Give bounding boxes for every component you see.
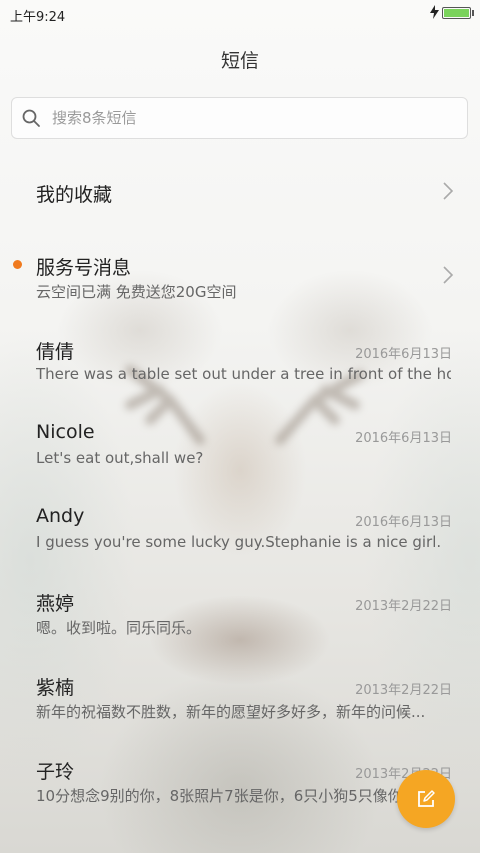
message-date: 2016年6月13日 <box>355 347 452 362</box>
message-date: 2016年6月13日 <box>355 431 452 446</box>
contact-name: Nicole <box>36 421 95 443</box>
message-preview: There was a table set out under a tree i… <box>36 365 451 383</box>
battery-full-icon <box>442 7 471 19</box>
contact-name: 燕婷 <box>36 593 75 615</box>
status-bar: 上午9:24 <box>0 0 480 28</box>
chevron-right-icon <box>443 266 454 284</box>
message-preview: 10分想念9别的你，8张照片7张是你，6只小狗5只像你 <box>36 787 403 805</box>
contact-name: 倩倩 <box>36 341 75 363</box>
page-title: 短信 <box>220 50 259 72</box>
status-time: 上午9:24 <box>10 10 66 25</box>
message-date: 2013年2月22日 <box>355 683 452 698</box>
service-title: 服务号消息 <box>36 257 132 279</box>
conversation-row[interactable]: 紫楠 2013年2月22日 新年的祝福数不胜数，新年的愿望好多好多，新年的问候.… <box>0 671 480 726</box>
contact-name: 子玲 <box>36 761 75 783</box>
search-bar[interactable] <box>11 97 468 139</box>
conversation-row[interactable]: 燕婷 2013年2月22日 嗯。收到啦。同乐同乐。 <box>0 587 480 642</box>
search-icon <box>22 109 40 127</box>
message-date: 2016年6月13日 <box>355 515 452 530</box>
service-messages-row[interactable]: 服务号消息 云空间已满 免费送您20G空间 <box>0 250 480 305</box>
battery-tip <box>472 10 474 16</box>
contact-name: 紫楠 <box>36 677 75 699</box>
message-date: 2013年2月22日 <box>355 599 452 614</box>
message-preview: 新年的祝福数不胜数，新年的愿望好多好多，新年的问候... <box>36 703 426 721</box>
message-preview: Let's eat out,shall we? <box>36 449 204 467</box>
favorites-row[interactable]: 我的收藏 <box>0 170 480 215</box>
message-preview: 嗯。收到啦。同乐同乐。 <box>36 619 202 637</box>
conversation-row[interactable]: 倩倩 2016年6月13日 There was a table set out … <box>0 335 480 390</box>
compose-icon <box>418 790 435 807</box>
favorites-label: 我的收藏 <box>36 184 113 206</box>
lightning-bolt-icon <box>430 5 439 23</box>
unread-dot <box>13 260 22 269</box>
compose-button[interactable] <box>397 770 455 828</box>
contact-name: Andy <box>36 505 85 527</box>
service-subtitle: 云空间已满 免费送您20G空间 <box>36 283 237 301</box>
search-input[interactable] <box>52 98 452 138</box>
message-preview: I guess you're some lucky guy.Stephanie … <box>36 533 442 551</box>
conversation-row[interactable]: Andy 2016年6月13日 I guess you're some luck… <box>0 503 480 558</box>
chevron-right-icon <box>443 182 454 200</box>
conversation-row[interactable]: Nicole 2016年6月13日 Let's eat out,shall we… <box>0 419 480 474</box>
